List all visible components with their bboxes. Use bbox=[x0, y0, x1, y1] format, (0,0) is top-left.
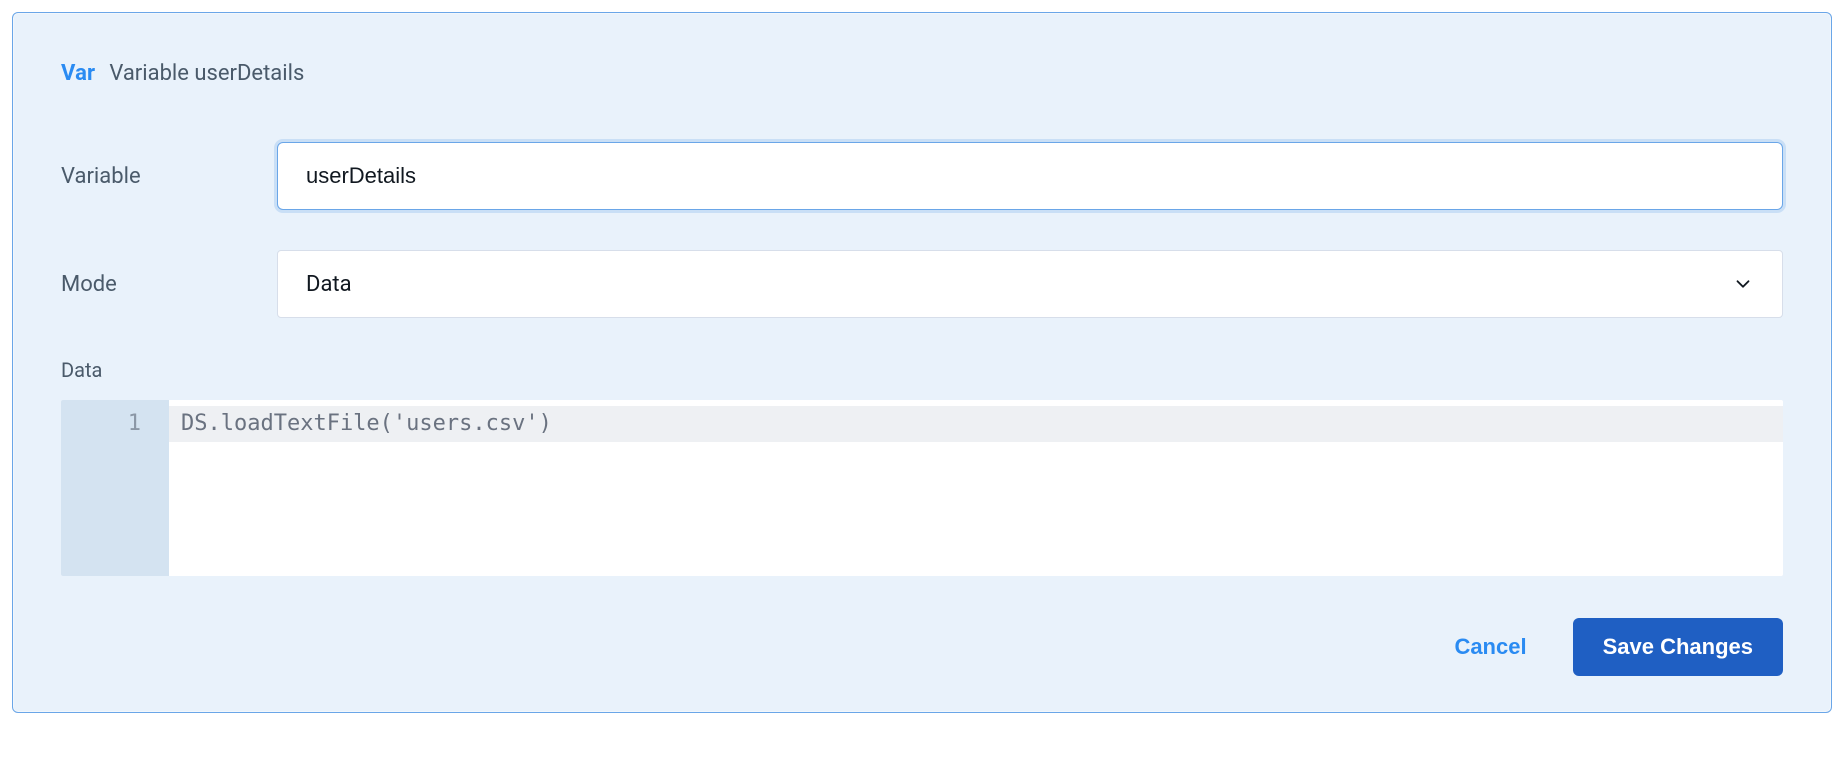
variable-label: Variable bbox=[61, 164, 277, 189]
mode-label: Mode bbox=[61, 272, 277, 297]
code-editor[interactable]: 1 DS.loadTextFile('users.csv') bbox=[61, 400, 1783, 576]
cancel-button[interactable]: Cancel bbox=[1448, 624, 1532, 670]
variable-row: Variable bbox=[61, 142, 1783, 210]
code-gutter: 1 bbox=[61, 400, 169, 576]
variable-editor-panel: Var Variable userDetails Variable Mode D… bbox=[12, 12, 1832, 713]
data-label: Data bbox=[61, 358, 1783, 382]
mode-select[interactable]: Data bbox=[277, 250, 1783, 318]
var-badge: Var bbox=[61, 61, 95, 86]
save-button[interactable]: Save Changes bbox=[1573, 618, 1783, 676]
code-area[interactable]: DS.loadTextFile('users.csv') bbox=[169, 400, 1783, 576]
variable-input[interactable] bbox=[277, 142, 1783, 210]
footer-actions: Cancel Save Changes bbox=[61, 618, 1783, 676]
panel-title: Variable userDetails bbox=[109, 61, 304, 86]
mode-select-value: Data bbox=[306, 272, 352, 297]
line-number: 1 bbox=[61, 406, 169, 442]
panel-header: Var Variable userDetails bbox=[61, 61, 1783, 86]
chevron-down-icon bbox=[1732, 273, 1754, 295]
mode-row: Mode Data bbox=[61, 250, 1783, 318]
code-line-1[interactable]: DS.loadTextFile('users.csv') bbox=[169, 406, 1783, 442]
